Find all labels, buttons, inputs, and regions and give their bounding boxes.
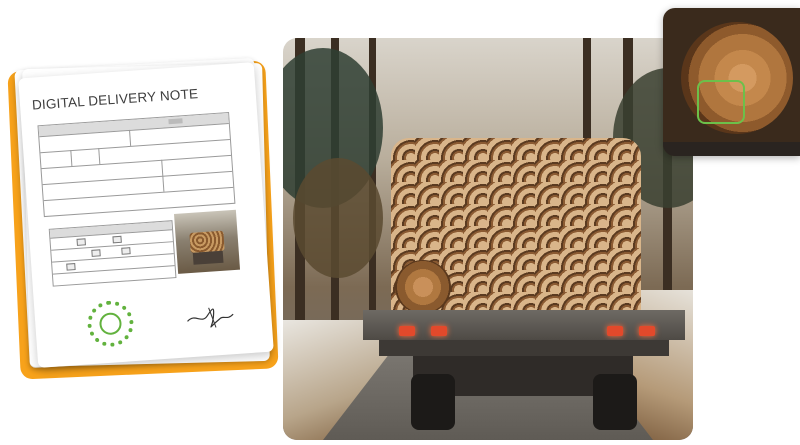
green-seal-stamp [85,299,136,349]
wheel-left [411,374,455,430]
signature [187,307,234,328]
delivery-note-document: DIGITAL DELIVERY NOTE [18,62,274,368]
form-grid [37,111,236,218]
wheel-right [593,374,637,430]
timber-truck-photo [283,38,693,440]
items-table [48,220,177,287]
log-marking-highlight [697,80,745,124]
tail-light-right [639,326,655,336]
log-tag-zoom-inset [663,8,800,156]
tail-light-left [399,326,415,336]
document-thumbnail-photo [174,209,241,274]
document-title: DIGITAL DELIVERY NOTE [31,86,199,113]
log-end [395,260,451,314]
